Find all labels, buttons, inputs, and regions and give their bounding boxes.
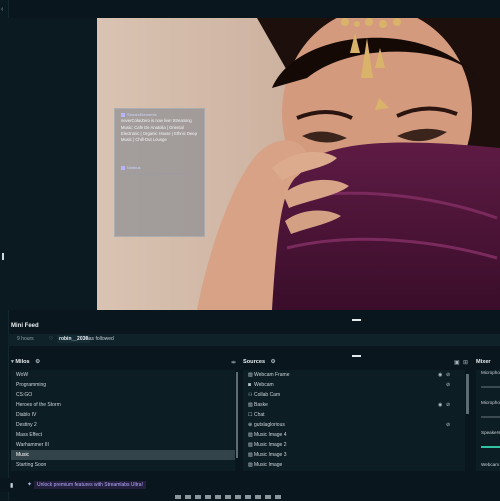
source-item[interactable]: ▧Music Image 3 — [243, 450, 465, 460]
chat-username: Nimbus — [127, 165, 141, 170]
source-item[interactable]: ▧Webcam Frame ◉ ⊘ — [243, 370, 465, 380]
visibility-icon[interactable]: ◉ — [438, 370, 442, 380]
feed-time: 9 hours — [17, 336, 34, 342]
source-item[interactable]: ⚇ Collab Cam — [243, 390, 465, 400]
source-settings-icon[interactable]: ⚙ — [271, 359, 276, 365]
source-label: Music Image — [254, 462, 283, 468]
mixer-panel: Microphone Microphone Speakers Webcam — [476, 370, 500, 471]
add-source-icon[interactable]: ⊞ — [463, 359, 468, 366]
source-label: Webcam Frame — [254, 372, 290, 378]
scenes-title: Milos — [15, 359, 30, 365]
chat-username: StreamElements — [127, 112, 157, 117]
lock-icon[interactable]: ⊘ — [446, 370, 450, 380]
sources-scrollbar[interactable] — [466, 374, 469, 414]
scene-item[interactable]: Music — [11, 450, 235, 460]
sources-list: ▧Webcam Frame ◉ ⊘ ◙ Webcam ⊘ ⚇ Collab Cam ▧Baske… — [243, 370, 465, 471]
lock-icon[interactable]: ⊘ — [446, 420, 450, 430]
source-label: Baske — [254, 402, 268, 408]
footer-icon[interactable] — [185, 495, 191, 499]
dock-split-icon[interactable]: ⇹ — [231, 359, 236, 366]
volume-slider[interactable] — [481, 416, 500, 418]
mixer-channel-label: Microphone — [481, 400, 500, 405]
mixer-header: Mixer — [476, 359, 491, 368]
scenes-list: WoW Programming CS:GO Heroes of the Storm Di… — [11, 370, 235, 471]
rail-marker — [2, 253, 4, 260]
scene-item[interactable]: CS:GO — [11, 390, 235, 400]
source-label: Collab Cam — [254, 392, 281, 398]
footer-icon[interactable] — [175, 495, 181, 499]
source-item[interactable]: ▧Music Image — [243, 460, 465, 470]
source-item[interactable]: ◙ Webcam ⊘ — [243, 380, 465, 390]
scene-item[interactable]: Heroes of the Storm — [11, 400, 235, 410]
mixer-channel-label: Webcam — [481, 462, 500, 467]
source-label: Music Image 2 — [254, 442, 287, 448]
source-label: Chat — [254, 412, 265, 418]
source-item[interactable]: ⊕ gutslaglorious ⊘ — [243, 420, 465, 430]
mixer-channel-label: Microphone — [481, 370, 500, 375]
scene-item[interactable]: WoW — [11, 370, 235, 380]
scenes-scrollbar[interactable] — [236, 372, 238, 458]
folder-icon[interactable]: ▣ — [454, 359, 460, 366]
volume-slider[interactable] — [481, 386, 500, 388]
footer-icon[interactable] — [205, 495, 211, 499]
footer-icon[interactable] — [235, 495, 241, 499]
source-label: gutslaglorious — [254, 422, 285, 428]
stats-icon[interactable]: ▮ — [10, 482, 13, 489]
source-label: Webcam — [254, 382, 274, 388]
source-item[interactable]: ☐ Chat — [243, 410, 465, 420]
chat-text: neverCokeZero is now live! Streaming Mus… — [121, 118, 197, 143]
sources-header: Sources ⚙ — [243, 359, 276, 368]
scene-item[interactable]: Warhammer III — [11, 440, 235, 450]
lock-icon[interactable]: ⊘ — [446, 380, 450, 390]
chat-text: · · · · · · · · · · · · · · · · · · · · … — [121, 171, 187, 177]
footer-icon[interactable] — [265, 495, 271, 499]
chat-message: Nimbus · · · · · · · · · · · · · · · · ·… — [121, 165, 200, 178]
scene-item[interactable]: Diablo IV — [11, 410, 235, 420]
scene-item[interactable]: Programming — [11, 380, 235, 390]
bot-badge-icon — [121, 112, 125, 117]
footer-icon[interactable] — [215, 495, 221, 499]
source-label: Music Image 4 — [254, 432, 287, 438]
footer-icon[interactable] — [255, 495, 261, 499]
chat-message: StreamElements neverCokeZero is now live… — [121, 112, 200, 143]
mixer-title: Mixer — [476, 359, 491, 365]
feed-action: has followed — [86, 336, 114, 342]
lock-icon[interactable]: ⊘ — [446, 400, 450, 410]
source-item[interactable]: ▧Music Image 4 — [243, 430, 465, 440]
footer-icon[interactable] — [245, 495, 251, 499]
ultra-promo-link[interactable]: Unlock premium features with Streamlabs … — [34, 481, 146, 489]
resize-handle[interactable] — [352, 355, 361, 357]
source-item[interactable]: ▧Baske ◉ ⊘ — [243, 400, 465, 410]
footer-icon[interactable] — [275, 495, 281, 499]
mini-feed-title: Mini Feed — [11, 323, 39, 329]
follow-icon: ♡ — [49, 336, 54, 342]
scene-item[interactable]: Starting Soon — [11, 460, 235, 470]
chat-overlay: StreamElements neverCokeZero is now live… — [114, 108, 205, 237]
source-item[interactable]: ▧Music Image 2 — [243, 440, 465, 450]
ultra-icon[interactable]: ✦ — [27, 481, 32, 488]
footer-controls — [175, 495, 355, 500]
visibility-icon[interactable]: ◉ — [438, 400, 442, 410]
sources-title: Sources — [243, 359, 266, 365]
scene-settings-icon[interactable]: ⚙ — [35, 359, 40, 365]
mixer-channel-label: Speakers — [481, 430, 500, 435]
user-badge-icon — [121, 165, 125, 170]
scenes-header: ▾ Milos ⚙ — [11, 359, 40, 368]
scene-item[interactable]: Destiny 2 — [11, 420, 235, 430]
scene-item[interactable]: Mass Effect — [11, 430, 235, 440]
footer-icon[interactable] — [225, 495, 231, 499]
volume-level — [481, 446, 500, 448]
source-label: Music Image 3 — [254, 452, 287, 458]
footer-icon[interactable] — [195, 495, 201, 499]
collapse-chevron-icon[interactable]: ‹ — [1, 6, 7, 14]
